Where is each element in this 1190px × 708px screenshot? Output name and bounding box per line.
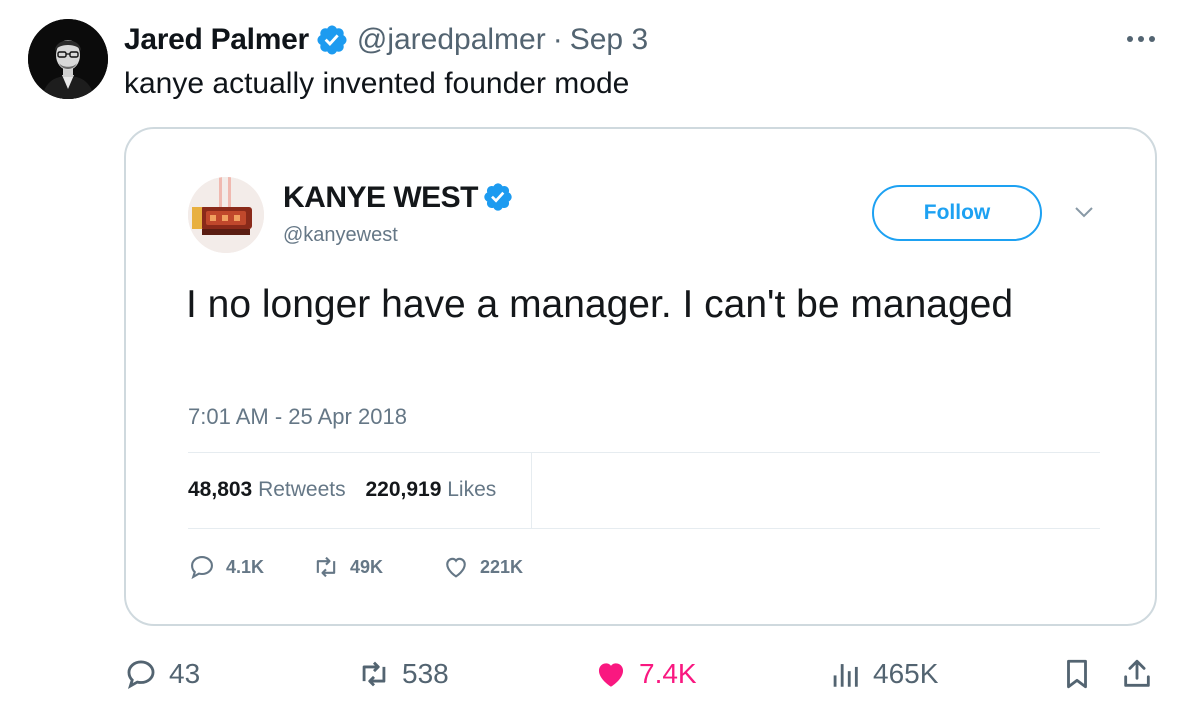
quoted-author-handle: @kanyewest bbox=[283, 224, 398, 246]
quoted-tweet-text: I no longer have a manager. I can't be m… bbox=[186, 283, 1014, 326]
repost-icon bbox=[362, 661, 386, 687]
embedded-tweet-image[interactable]: KANYE WEST @kanyewest Follow I no longer… bbox=[124, 127, 1157, 626]
like-button[interactable]: 7.4K bbox=[594, 652, 697, 696]
quoted-timestamp: 7:01 AM - 25 Apr 2018 bbox=[188, 404, 407, 429]
quoted-retweet-action: 49K bbox=[312, 553, 442, 581]
quoted-action-bar: 4.1K 49K 221K bbox=[188, 552, 523, 582]
quoted-retweet-icon bbox=[316, 556, 336, 578]
quoted-reply-action: 4.1K bbox=[188, 553, 312, 581]
quoted-retweets-label: Retweets bbox=[258, 478, 346, 501]
quoted-likes-count: 220,919 bbox=[365, 478, 442, 501]
quoted-retweets-count: 48,803 bbox=[188, 478, 253, 501]
quoted-like-count: 221K bbox=[480, 556, 524, 577]
quoted-like-action: 221K bbox=[442, 553, 523, 581]
reply-count: 43 bbox=[169, 658, 201, 689]
quoted-follow-button: Follow bbox=[872, 185, 1042, 241]
quoted-divider-bottom bbox=[188, 528, 1100, 529]
quoted-stats-divider bbox=[531, 452, 532, 528]
quoted-verified-badge-icon bbox=[482, 181, 514, 213]
author-name[interactable]: Jared Palmer bbox=[124, 23, 309, 57]
author-avatar-image bbox=[28, 19, 108, 99]
chevron-down-icon bbox=[1073, 205, 1095, 219]
repost-button[interactable]: 538 bbox=[357, 652, 449, 696]
author-handle[interactable]: @jaredpalmer bbox=[357, 23, 546, 57]
repost-count: 538 bbox=[402, 658, 449, 689]
reply-icon bbox=[127, 660, 155, 690]
post-text: kanye actually invented founder mode bbox=[124, 67, 630, 100]
quoted-divider-top bbox=[188, 452, 1100, 453]
analytics-icon bbox=[833, 664, 858, 687]
heart-filled-icon bbox=[598, 663, 624, 687]
verified-badge-icon[interactable] bbox=[315, 23, 349, 57]
quoted-author-name: KANYE WEST bbox=[283, 181, 479, 214]
views-count: 465K bbox=[873, 658, 939, 689]
post-action-bar: 43 538 7.4K 465K bbox=[124, 652, 1164, 696]
post-header: Jared Palmer @jaredpalmer · Sep 3 bbox=[124, 20, 648, 60]
more-options-icon[interactable] bbox=[1124, 30, 1158, 48]
like-count: 7.4K bbox=[639, 658, 697, 689]
quoted-reply-count: 4.1K bbox=[226, 556, 265, 577]
quoted-retweet-count: 49K bbox=[350, 556, 384, 577]
share-icon[interactable] bbox=[1120, 657, 1154, 691]
quoted-likes-label: Likes bbox=[447, 478, 497, 501]
post-date[interactable]: Sep 3 bbox=[570, 23, 648, 57]
quoted-heart-icon bbox=[446, 557, 466, 578]
views-button[interactable]: 465K bbox=[828, 652, 938, 696]
separator-dot: · bbox=[552, 23, 563, 56]
bookmark-icon[interactable] bbox=[1060, 657, 1094, 691]
author-avatar[interactable] bbox=[28, 19, 108, 99]
reply-button[interactable]: 43 bbox=[124, 652, 200, 696]
quoted-author-avatar bbox=[188, 177, 264, 253]
quoted-stats: 48,803 Retweets 220,919 Likes bbox=[188, 478, 496, 502]
quoted-reply-icon bbox=[191, 556, 213, 580]
